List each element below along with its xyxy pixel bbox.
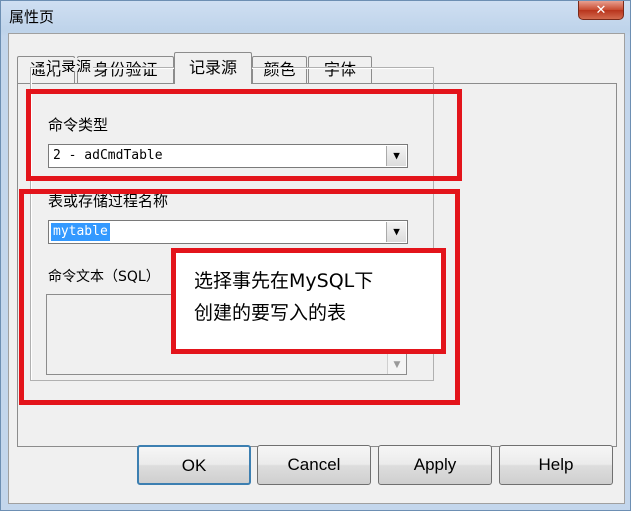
ok-button[interactable]: OK: [137, 445, 251, 485]
window-title: 属性页: [9, 8, 55, 26]
apply-button[interactable]: Apply: [378, 445, 492, 485]
help-button[interactable]: Help: [499, 445, 613, 485]
highlight-box-command-type: [26, 89, 462, 181]
cancel-button[interactable]: Cancel: [257, 445, 371, 485]
annotation-line-2: 创建的要写入的表: [194, 302, 347, 324]
close-button[interactable]: ✕: [578, 1, 624, 20]
tab-record-source[interactable]: 记录源: [174, 52, 252, 84]
close-icon: ✕: [595, 2, 607, 18]
groupbox-title: 记录源: [44, 58, 94, 72]
annotation-callout: 选择事先在MySQL下 创建的要写入的表: [171, 248, 446, 354]
annotation-line-1: 选择事先在MySQL下: [194, 270, 374, 292]
